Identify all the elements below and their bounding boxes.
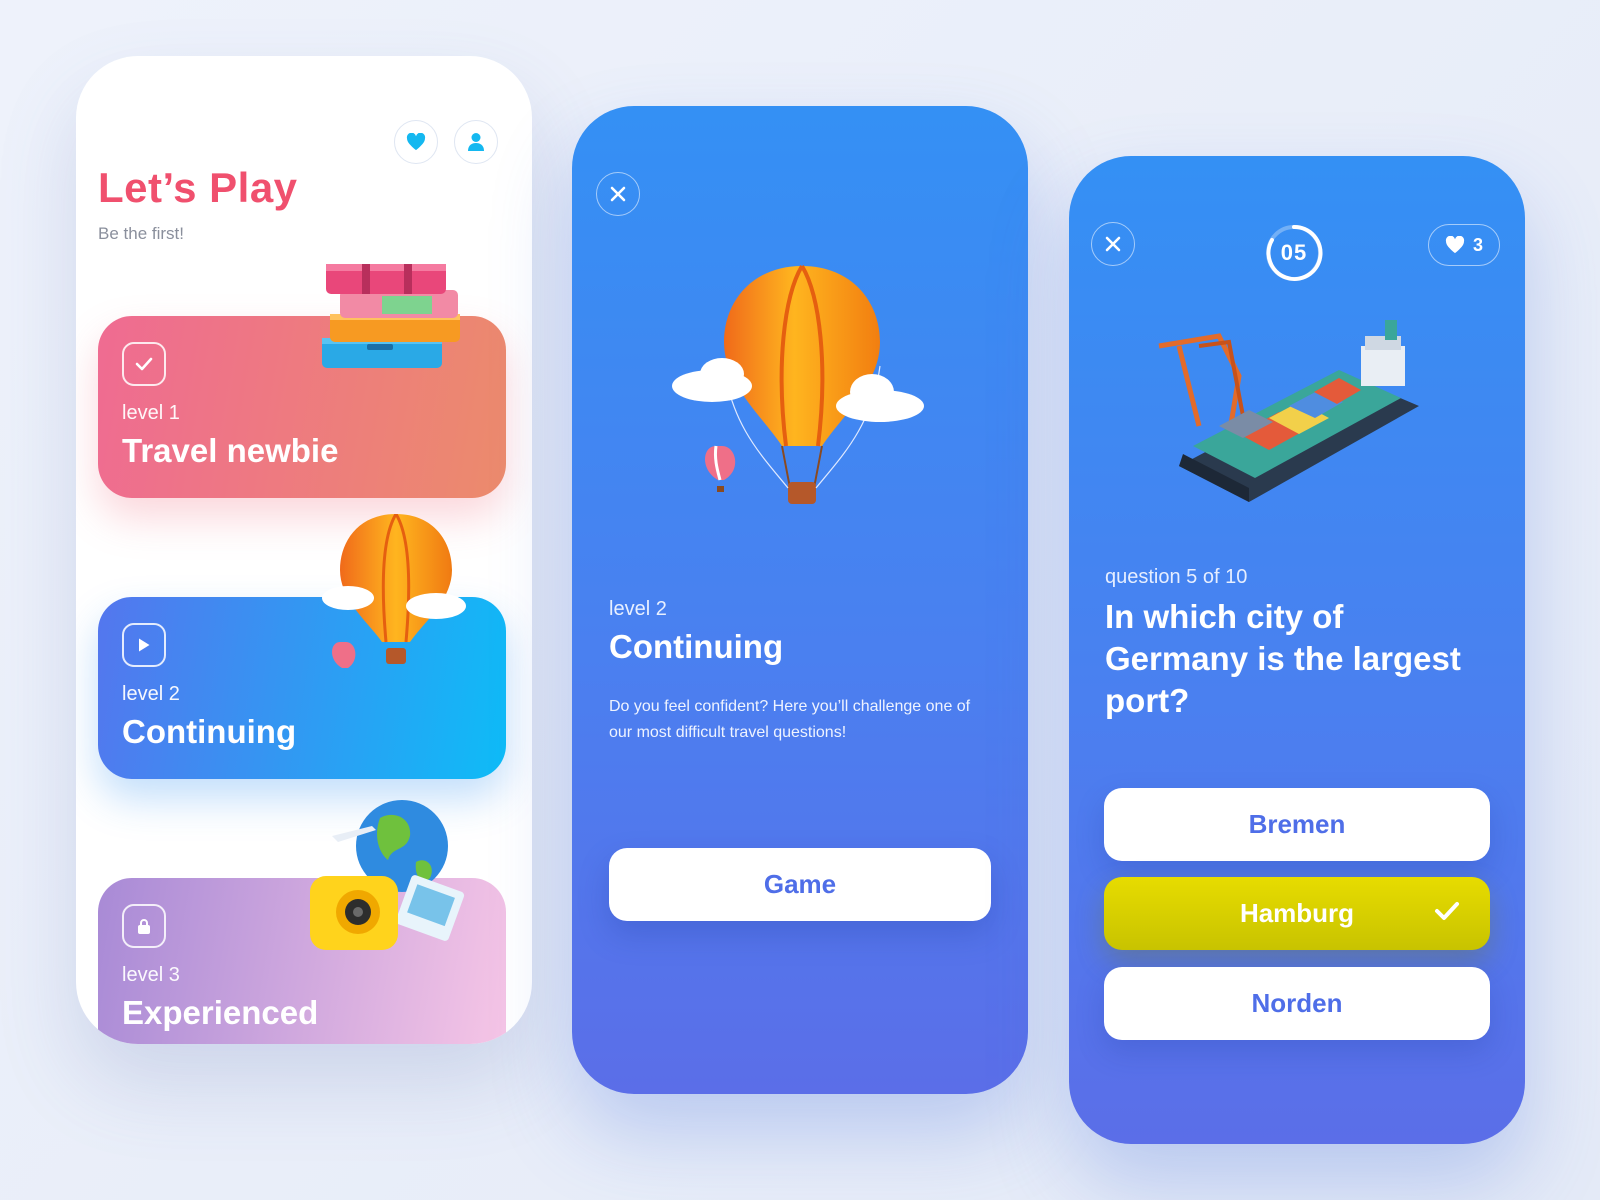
profile-button[interactable] [454, 120, 498, 164]
check-icon [122, 342, 166, 386]
quiz-question-screen: 05 3 question 5 of 10 In which city of G… [1069, 156, 1525, 1144]
answer-option-bremen[interactable]: Bremen [1104, 788, 1490, 861]
answer-option-hamburg[interactable]: Hamburg [1104, 877, 1490, 950]
close-button[interactable] [596, 172, 640, 216]
level-select-screen: Let’s Play Be the first! level 1 Travel … [76, 56, 532, 1044]
level-label: level 2 [609, 598, 667, 620]
timer-value: 05 [1280, 240, 1308, 265]
heart-icon [406, 133, 426, 151]
level-label: level 3 [122, 964, 180, 986]
answer-option-norden[interactable]: Norden [1104, 967, 1490, 1040]
close-icon [610, 186, 626, 202]
play-icon [122, 623, 166, 667]
question-counter: question 5 of 10 [1105, 566, 1248, 588]
suitcases-illustration [322, 264, 460, 368]
level-label: level 1 [122, 402, 180, 424]
question-text: In which city of Germany is the largest … [1105, 598, 1461, 719]
lives-count: 3 [1472, 234, 1483, 255]
game-button[interactable]: Game [609, 848, 991, 921]
heart-icon [1445, 236, 1465, 254]
lives-badge: 3 [1428, 224, 1500, 266]
balloon-illustration [322, 514, 466, 668]
level-detail-screen: level 2 Continuing Do you feel confident… [572, 106, 1028, 1094]
lock-icon [122, 904, 166, 948]
container-ship-illustration [1158, 320, 1419, 502]
check-icon [1435, 902, 1459, 920]
page-title: Let’s Play [98, 164, 298, 211]
hot-air-balloon-illustration [672, 264, 924, 504]
user-icon [468, 133, 484, 151]
answer-label: Bremen [1248, 809, 1346, 839]
close-icon [1105, 236, 1121, 252]
level-label: level 2 [122, 683, 180, 705]
level-name: Experienced [122, 994, 319, 1031]
answer-label: Norden [1251, 988, 1343, 1018]
level-name: Continuing [122, 713, 297, 750]
favorites-button[interactable] [394, 120, 438, 164]
level-name: Travel newbie [122, 432, 339, 469]
page-subtitle: Be the first! [98, 224, 184, 243]
close-button[interactable] [1091, 222, 1135, 266]
globe-camera-illustration [310, 800, 465, 950]
level-description: Do you feel confident? Here you’ll chall… [609, 698, 971, 741]
level-name: Continuing [609, 628, 784, 665]
answer-label: Hamburg [1239, 898, 1355, 928]
